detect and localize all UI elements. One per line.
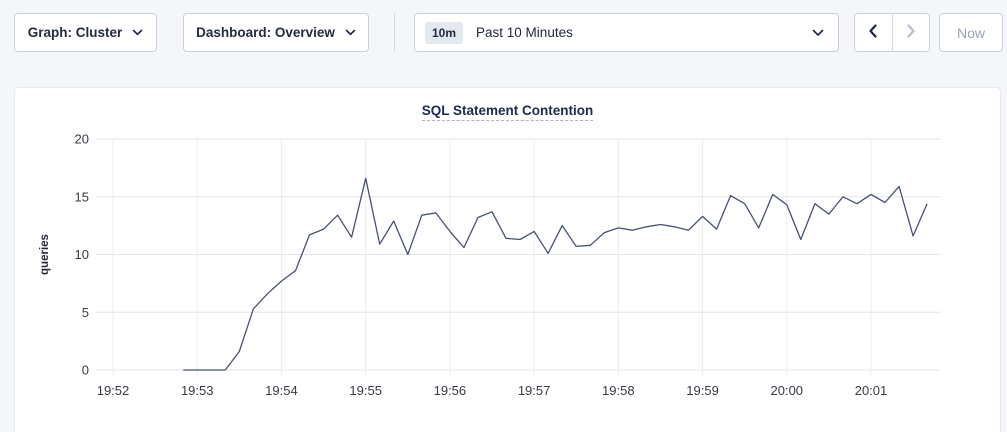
- y-tick-label: 20: [75, 132, 89, 147]
- x-tick-label: 19:56: [434, 383, 467, 398]
- x-tick-label: 19:59: [686, 383, 719, 398]
- prev-range-button[interactable]: [855, 14, 892, 51]
- graph-dropdown-label: Graph: Cluster: [28, 25, 123, 40]
- chart-title[interactable]: SQL Statement Contention: [422, 103, 594, 121]
- chevron-left-icon: [868, 24, 878, 41]
- x-tick-label: 19:53: [181, 383, 214, 398]
- chevron-down-icon: [345, 29, 356, 36]
- toolbar-divider: [394, 13, 395, 52]
- time-range-label: Past 10 Minutes: [476, 25, 812, 40]
- y-tick-label: 10: [75, 247, 89, 262]
- x-tick-label: 19:52: [97, 383, 130, 398]
- x-tick-label: 19:57: [518, 383, 551, 398]
- time-range-nav: [854, 13, 930, 52]
- dashboard-dropdown-label: Dashboard: Overview: [196, 25, 335, 40]
- line-chart[interactable]: 0 5 10 15 20 19:52 19:53 19:54 19:55 19:56 19:57 19…: [15, 88, 1001, 432]
- now-button[interactable]: Now: [939, 13, 1003, 52]
- y-axis-label: queries: [39, 234, 51, 275]
- chevron-right-icon: [906, 24, 916, 41]
- x-tick-label: 19:58: [602, 383, 635, 398]
- next-range-button[interactable]: [893, 14, 930, 51]
- toolbar: Graph: Cluster Dashboard: Overview 10m P…: [0, 0, 1007, 52]
- x-tick-label: 19:54: [265, 383, 298, 398]
- page: Graph: Cluster Dashboard: Overview 10m P…: [0, 0, 1007, 432]
- chevron-down-icon: [812, 29, 824, 37]
- x-tick-label: 19:55: [349, 383, 382, 398]
- y-tick-label: 5: [82, 305, 89, 320]
- time-range-picker[interactable]: 10m Past 10 Minutes: [414, 13, 839, 52]
- chevron-down-icon: [132, 29, 143, 36]
- series-line: [183, 178, 927, 370]
- time-range-badge: 10m: [425, 22, 463, 44]
- graph-dropdown[interactable]: Graph: Cluster: [14, 13, 157, 52]
- chart-card: SQL Statement Contention 0 5 10 15 20 19:52 19…: [14, 87, 1001, 432]
- x-tick-label: 20:01: [855, 383, 888, 398]
- y-tick-label: 15: [75, 189, 89, 204]
- y-tick-label: 0: [82, 363, 89, 378]
- dashboard-dropdown[interactable]: Dashboard: Overview: [183, 13, 369, 52]
- chart-title-row: SQL Statement Contention: [15, 102, 1000, 121]
- x-tick-label: 20:00: [771, 383, 804, 398]
